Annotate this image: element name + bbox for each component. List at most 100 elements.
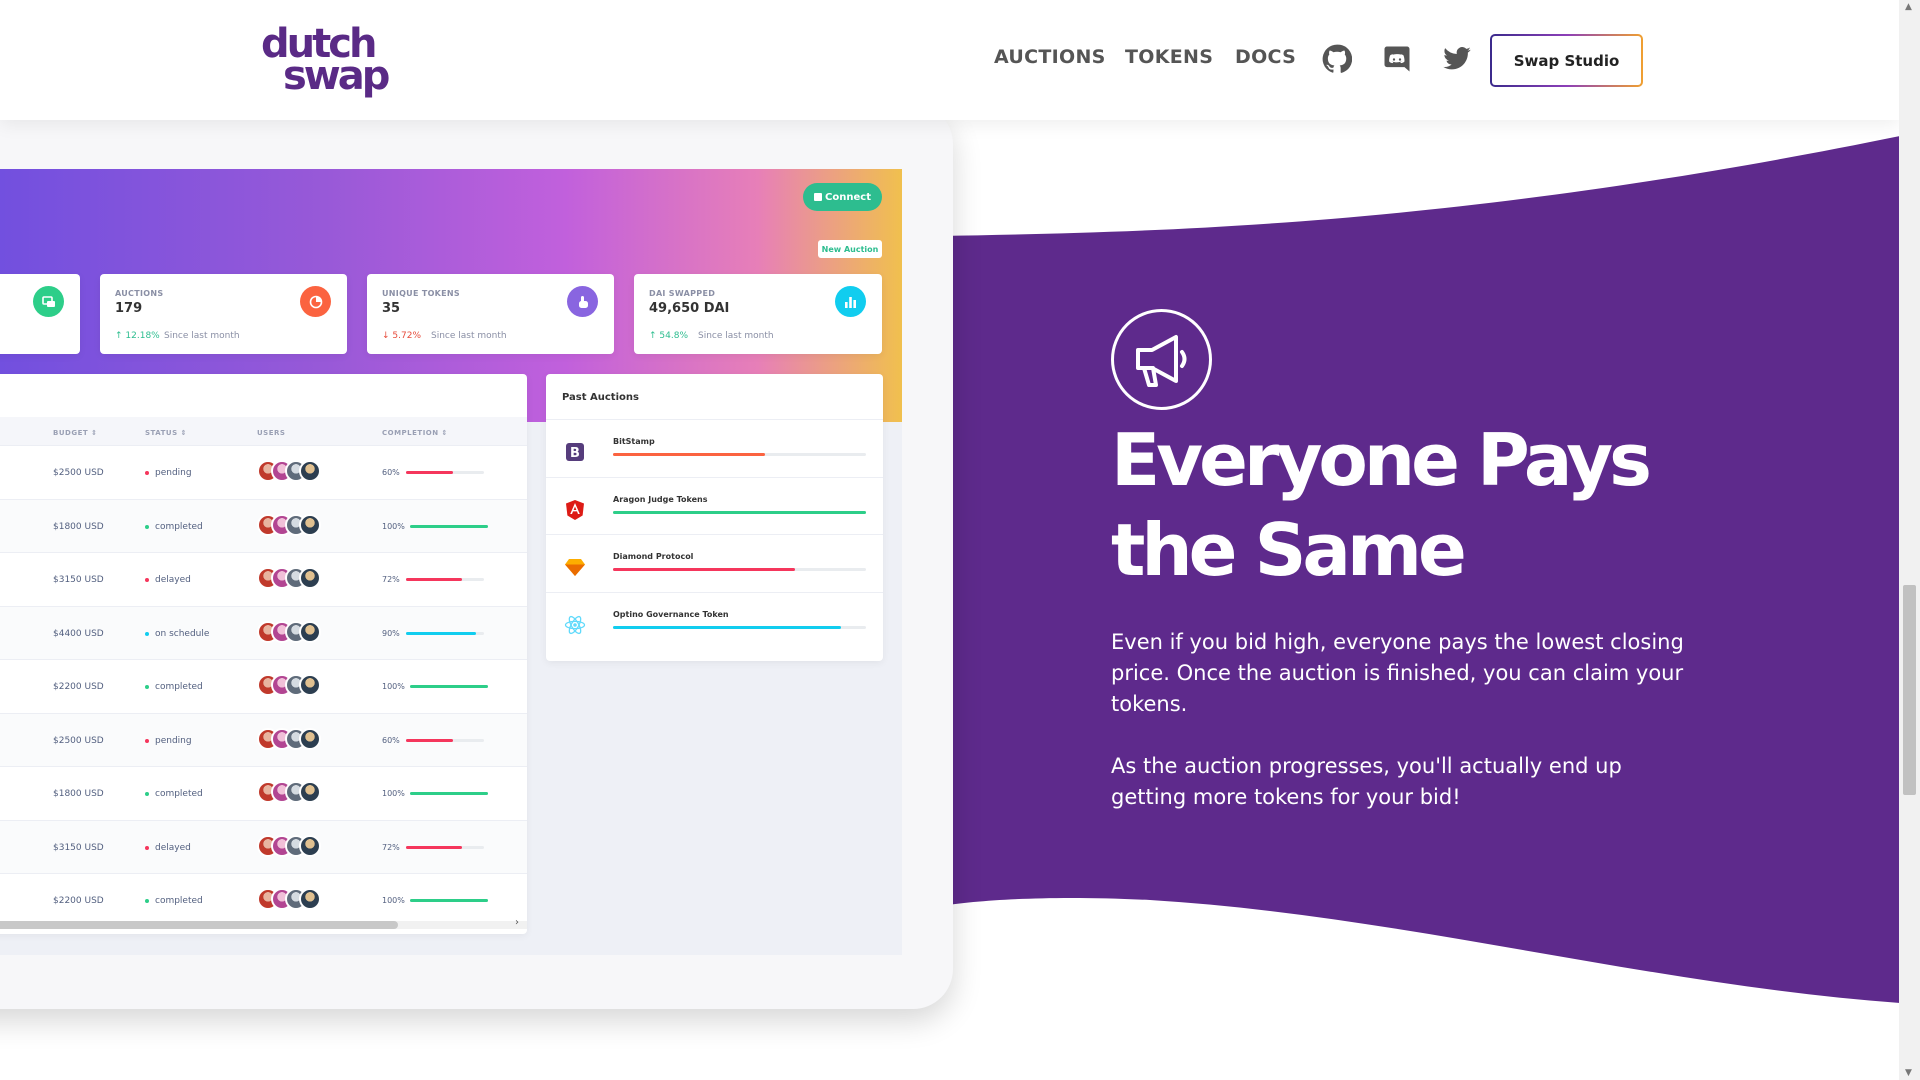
status-dot — [145, 845, 149, 850]
past-auction-progress-bar — [613, 568, 866, 571]
past-auction-item[interactable]: Diamond Protocol — [546, 534, 883, 591]
status-dot — [145, 578, 149, 582]
avatar[interactable] — [299, 513, 321, 536]
stat-since: Since last month — [698, 331, 774, 341]
past-auction-item[interactable]: Optino Governance Token — [546, 592, 883, 649]
nav-tokens[interactable]: TOKENS — [1125, 46, 1213, 68]
hero-title: Everyone Pays the Same — [1111, 418, 1652, 592]
past-auction-progress-fill — [613, 568, 796, 571]
row-status: completed — [155, 521, 203, 532]
scrollbar-thumb[interactable] — [0, 921, 398, 929]
angular-icon — [564, 499, 586, 521]
row-budget: $2200 USD — [53, 896, 104, 906]
past-auction-item[interactable]: B BitStamp — [546, 419, 883, 476]
row-status: delayed — [155, 842, 191, 853]
column-header-budget[interactable]: BUDGET ⇕ — [53, 429, 97, 437]
row-status: completed — [155, 682, 203, 692]
completion-progress-bar — [410, 899, 488, 902]
avatar[interactable] — [299, 727, 321, 750]
discord-icon[interactable] — [1382, 44, 1412, 74]
row-status: delayed — [155, 575, 191, 585]
avatar[interactable] — [299, 620, 321, 643]
stat-label: UNIQUE TOKENS — [382, 289, 460, 298]
connect-label: Connect — [825, 191, 871, 203]
table-row[interactable]: $1800 USD completed 100% — [0, 766, 527, 819]
completion-progress-fill — [410, 685, 488, 688]
dutchswap-logo[interactable]: dutch swap — [261, 24, 391, 98]
avatar[interactable] — [299, 834, 321, 857]
past-auction-name: Aragon Judge Tokens — [613, 494, 708, 504]
table-horizontal-scrollbar[interactable]: › — [0, 917, 527, 929]
dashboard-screen: Connect New Auction AUCTIONS 179 ↑ 12.18… — [0, 169, 902, 955]
new-auction-button[interactable]: New Auction — [818, 240, 882, 258]
hand-pointer-icon — [567, 286, 598, 317]
table-row[interactable]: $2500 USD pending 60% — [0, 712, 527, 766]
completion-progress-bar — [406, 738, 484, 742]
pie-chart-icon — [300, 286, 331, 317]
avatar[interactable] — [299, 567, 321, 589]
row-completion: 100% — [382, 682, 405, 691]
row-budget: $2200 USD — [53, 682, 104, 692]
stat-value: 49,650 DAI — [649, 301, 730, 316]
status-dot — [145, 738, 149, 743]
scroll-up-arrow[interactable]: ▲ — [1905, 2, 1912, 12]
stat-change: ↑ 54.8% — [649, 331, 688, 341]
completion-progress-bar — [410, 792, 488, 795]
row-budget: $2500 USD — [53, 468, 104, 478]
wallet-icon — [814, 193, 823, 201]
completion-progress-fill — [410, 524, 488, 528]
page-scrollbar-thumb[interactable] — [1903, 585, 1916, 795]
avatar[interactable] — [299, 781, 321, 803]
table-row[interactable]: $3150 USD delayed 72% — [0, 819, 527, 873]
column-header-completion[interactable]: COMPLETION ⇕ — [382, 429, 448, 437]
stat-label: DAI SWAPPED — [649, 289, 716, 298]
swap-studio-button[interactable]: Swap Studio — [1490, 34, 1643, 87]
table-row[interactable]: $1800 USD completed 100% — [0, 498, 527, 552]
sketch-diamond-icon — [564, 556, 586, 578]
status-dot — [145, 792, 149, 796]
page-scrollbar[interactable]: ▲ ▼ — [1899, 0, 1920, 1080]
github-icon[interactable] — [1322, 44, 1353, 74]
scroll-down-arrow[interactable]: ▼ — [1905, 1068, 1912, 1078]
table-row[interactable]: $3150 USD delayed 72% — [0, 552, 527, 605]
row-budget: $2500 USD — [53, 735, 104, 746]
avatar[interactable] — [299, 888, 321, 910]
row-completion: 72% — [382, 575, 400, 584]
completion-progress-fill — [406, 738, 453, 742]
avatar[interactable] — [299, 460, 321, 482]
status-dot — [145, 899, 149, 903]
table-row[interactable]: $2200 USD completed 100% — [0, 873, 527, 926]
bootstrap-icon: B — [564, 441, 586, 463]
past-auctions-title: Past Auctions — [562, 392, 639, 403]
row-status: pending — [155, 735, 192, 746]
column-header-users[interactable]: USERS — [257, 429, 285, 437]
tablet-mockup: Connect New Auction AUCTIONS 179 ↑ 12.18… — [0, 104, 953, 1009]
row-completion: 60% — [382, 468, 400, 477]
status-dot — [145, 631, 149, 636]
past-auction-item[interactable]: Aragon Judge Tokens — [546, 477, 883, 534]
status-dot — [145, 471, 149, 475]
past-auctions-card: Past Auctions B BitStamp Aragon Judge Toke… — [546, 374, 883, 661]
row-completion: 100% — [382, 896, 405, 905]
row-completion: 100% — [382, 789, 405, 798]
scroll-right-arrow[interactable]: › — [515, 917, 519, 928]
avatar[interactable] — [299, 674, 321, 696]
nav-auctions[interactable]: AUCTIONS — [994, 46, 1106, 68]
column-header-status[interactable]: STATUS ⇕ — [145, 429, 187, 437]
auctions-table: BUDGET ⇕ STATUS ⇕ USERS COMPLETION ⇕ $25… — [0, 374, 527, 934]
row-budget: $1800 USD — [53, 789, 104, 799]
stat-change: ↑ 12.18% — [115, 331, 160, 341]
status-dot — [145, 685, 149, 689]
past-auction-progress-bar — [613, 625, 866, 629]
twitter-icon[interactable] — [1442, 44, 1472, 74]
connect-button[interactable]: Connect — [803, 183, 882, 211]
nav-docs[interactable]: DOCS — [1235, 46, 1296, 68]
past-auction-progress-fill — [613, 453, 765, 456]
row-completion: 60% — [382, 735, 400, 745]
table-row[interactable]: $2200 USD completed 100% — [0, 659, 527, 712]
past-auction-name: BitStamp — [613, 437, 655, 446]
table-row[interactable]: $2500 USD pending 60% — [0, 445, 527, 498]
table-row[interactable]: d$4400 USDon schedule90% — [0, 605, 527, 659]
row-status: pending — [155, 468, 192, 478]
completion-progress-fill — [406, 845, 463, 849]
